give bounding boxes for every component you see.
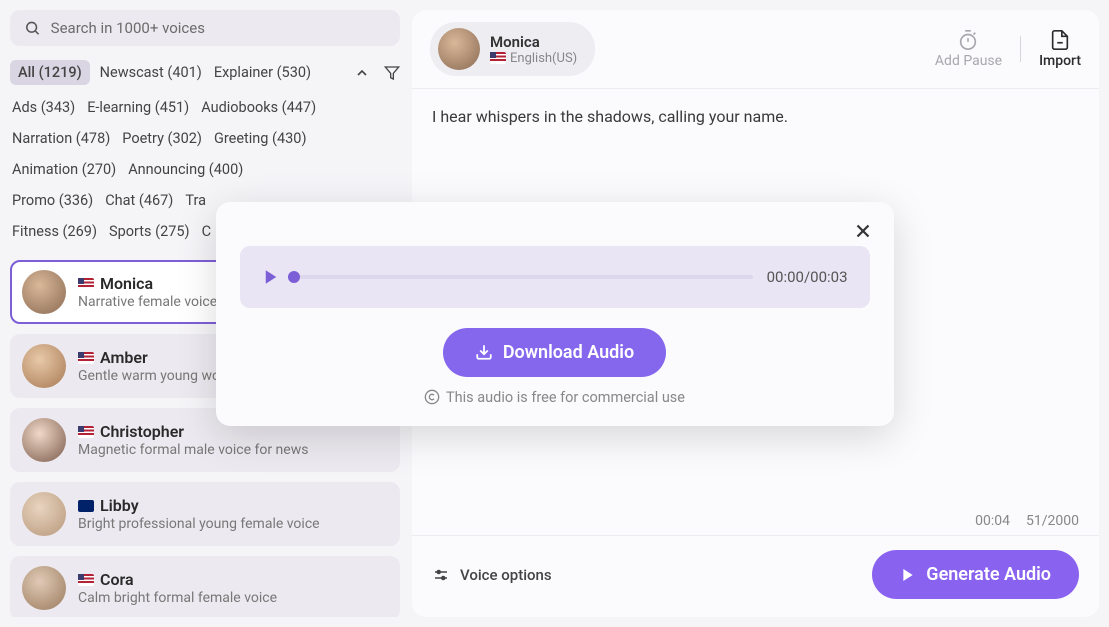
license-text: This audio is free for commercial use — [240, 389, 870, 406]
copyright-icon — [424, 389, 440, 405]
time-display: 00:00/00:03 — [767, 268, 848, 286]
audio-player: 00:00/00:03 — [240, 246, 870, 308]
play-icon[interactable] — [262, 268, 280, 286]
download-audio-button[interactable]: Download Audio — [443, 328, 666, 377]
scrubber-thumb[interactable] — [288, 271, 300, 283]
download-icon — [475, 343, 493, 361]
close-icon[interactable] — [852, 220, 874, 242]
audio-scrubber[interactable] — [294, 275, 753, 279]
download-modal-overlay: 00:00/00:03 Download Audio This audio is… — [0, 0, 1109, 627]
download-modal: 00:00/00:03 Download Audio This audio is… — [216, 202, 894, 426]
